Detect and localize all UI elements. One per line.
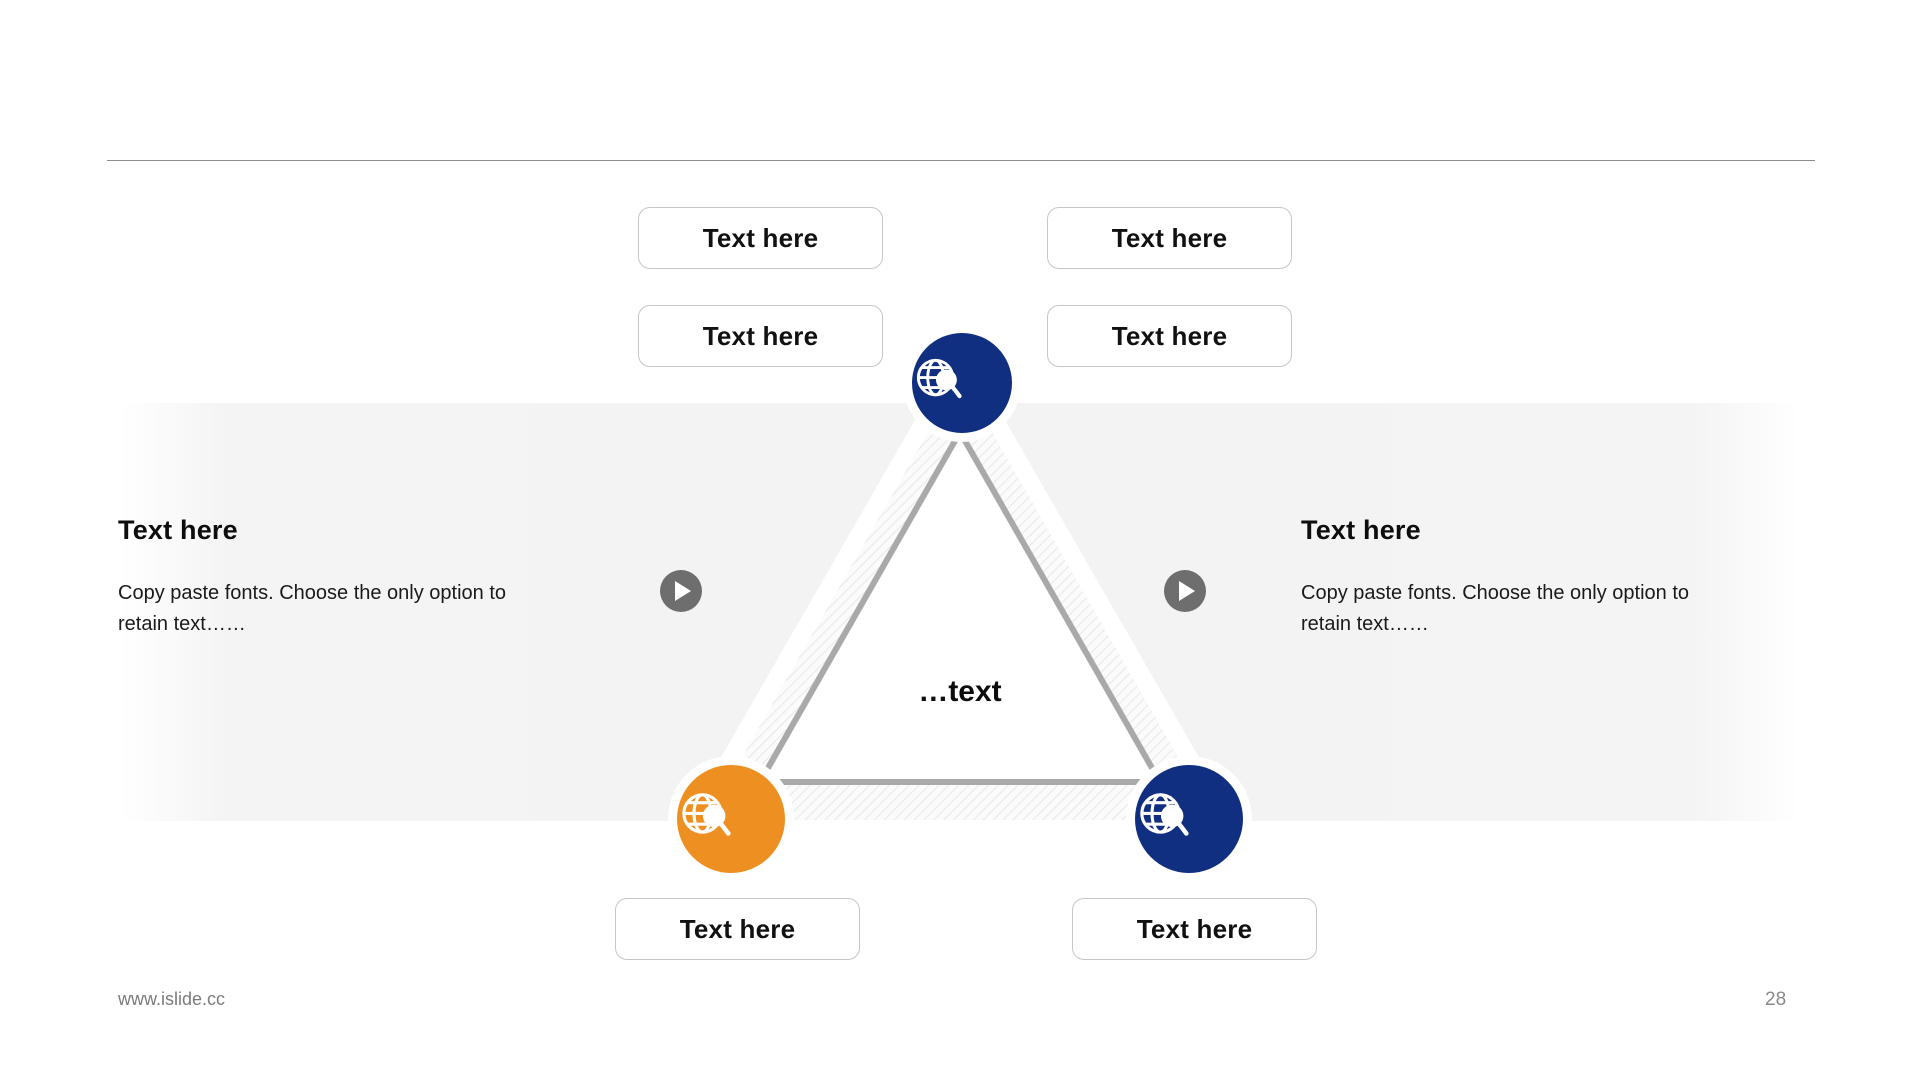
- chip-top-left-lower[interactable]: Text here: [638, 305, 883, 367]
- triangle-diagram: [690, 370, 1230, 830]
- chip-bottom-left[interactable]: Text here: [615, 898, 860, 960]
- play-icon: [675, 581, 691, 601]
- chip-top-right-upper[interactable]: Text here: [1047, 207, 1292, 269]
- header-divider: [107, 160, 1815, 161]
- globe-search-icon: [912, 354, 1012, 412]
- chip-top-right-lower[interactable]: Text here: [1047, 305, 1292, 367]
- page-number: 28: [1765, 989, 1787, 1010]
- side-right-body: Copy paste fonts. Choose the only option…: [1301, 582, 1690, 635]
- node-bottom-right[interactable]: [1135, 765, 1243, 873]
- node-top[interactable]: [912, 333, 1012, 433]
- play-button-left[interactable]: [660, 570, 702, 612]
- side-left-body: Copy paste fonts. Choose the only option…: [118, 582, 507, 635]
- slide-canvas: …text Text here Text here Text here Text…: [0, 0, 1920, 1080]
- chip-bottom-right[interactable]: Text here: [1072, 898, 1317, 960]
- side-right-title: Text here: [1301, 515, 1421, 545]
- globe-search-icon: [1135, 788, 1243, 851]
- globe-search-icon: [677, 788, 785, 851]
- center-caption: …text: [918, 675, 1002, 708]
- play-button-right[interactable]: [1164, 570, 1206, 612]
- node-bottom-left[interactable]: [677, 765, 785, 873]
- side-block-right: Text here Copy paste fonts. Choose the o…: [1301, 515, 1741, 640]
- side-block-left: Text here Copy paste fonts. Choose the o…: [118, 515, 558, 640]
- side-left-title: Text here: [118, 515, 238, 545]
- chip-top-left-upper[interactable]: Text here: [638, 207, 883, 269]
- footer-url[interactable]: www.islide.cc: [118, 989, 225, 1010]
- play-icon: [1179, 581, 1195, 601]
